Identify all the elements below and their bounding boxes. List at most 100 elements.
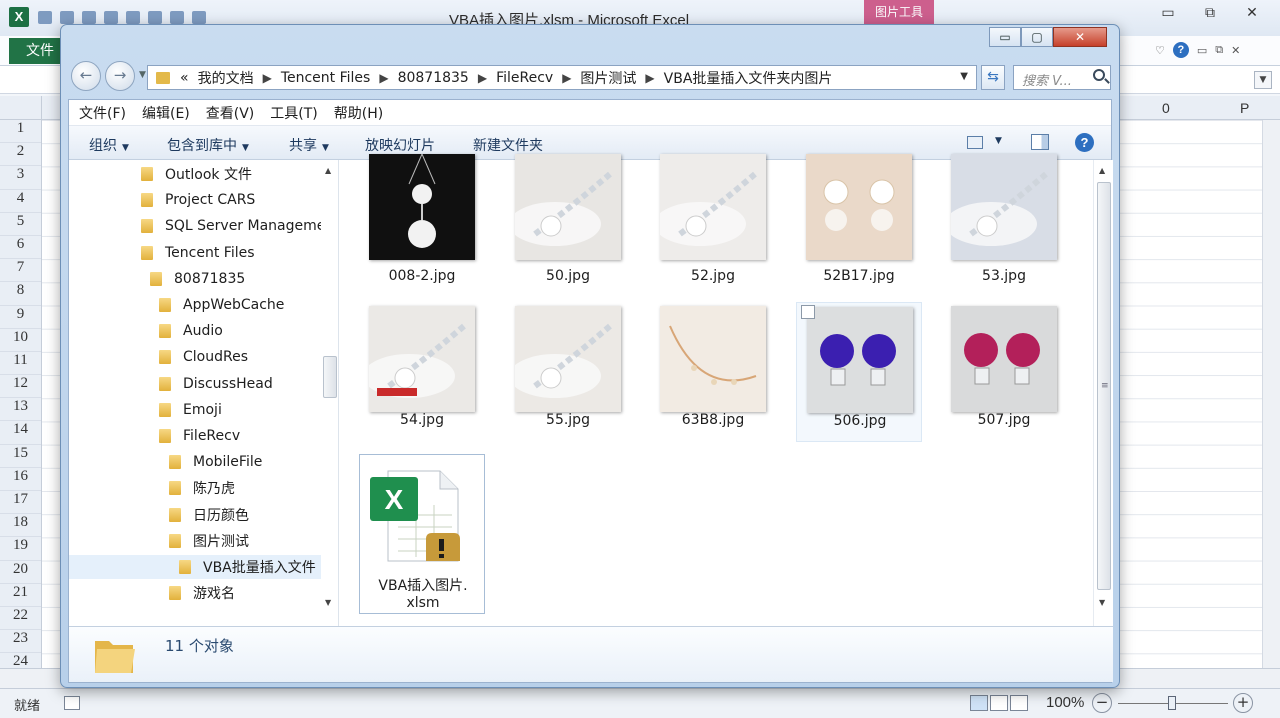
change-view-icon[interactable]: [967, 136, 983, 149]
excel-restore-button[interactable]: ⧉: [1192, 3, 1228, 23]
row-header[interactable]: 23: [0, 630, 41, 654]
new-folder-button[interactable]: 新建文件夹: [473, 135, 543, 155]
breadcrumb-item[interactable]: VBA批量插入文件夹内图片: [664, 68, 833, 88]
file-item-image[interactable]: 54.jpg: [359, 302, 485, 442]
tree-item[interactable]: MobileFile: [169, 450, 262, 474]
breadcrumb-item[interactable]: FileRecv: [496, 70, 553, 86]
redo-icon[interactable]: [82, 11, 96, 24]
column-header[interactable]: P: [1240, 100, 1249, 116]
breadcrumb-chevron-icon[interactable]: ▶: [478, 71, 487, 85]
breadcrumb-chevron-icon[interactable]: ▶: [645, 71, 654, 85]
refresh-icon[interactable]: ⇆: [981, 65, 1005, 90]
file-item-image[interactable]: 55.jpg: [505, 302, 631, 442]
row-header[interactable]: 15: [0, 445, 41, 468]
file-item-image[interactable]: 52.jpg: [650, 154, 776, 300]
tree-scrollbar[interactable]: ▲ ▼: [321, 160, 338, 626]
explorer-minimize-button[interactable]: ▭: [989, 27, 1021, 47]
menu-item[interactable]: 文件(F): [79, 103, 126, 123]
picture-tools-context-tab[interactable]: 图片工具: [864, 0, 934, 24]
organize-button[interactable]: 组织 ▼: [89, 135, 129, 155]
worksheet-vertical-scrollbar[interactable]: [1262, 120, 1280, 668]
file-item-image[interactable]: 63B8.jpg: [650, 302, 776, 442]
row-header[interactable]: 8: [0, 282, 41, 306]
page-break-view-icon[interactable]: [1010, 695, 1028, 711]
excel-close-button[interactable]: ✕: [1234, 3, 1270, 23]
address-history-dropdown-icon[interactable]: ▼: [960, 71, 968, 82]
formula-bar-expand-icon[interactable]: ▼: [1254, 71, 1272, 89]
scroll-down-icon[interactable]: ▼: [325, 598, 331, 607]
tree-item[interactable]: SQL Server Manageme: [141, 214, 325, 238]
breadcrumb-item[interactable]: 80871835: [398, 70, 469, 86]
file-item-image[interactable]: 506.jpg: [796, 302, 922, 442]
zoom-slider-thumb[interactable]: [1168, 696, 1176, 710]
menu-item[interactable]: 编辑(E): [142, 103, 190, 123]
tree-item[interactable]: DiscussHead: [159, 372, 273, 396]
row-header[interactable]: 5: [0, 213, 41, 236]
row-header[interactable]: 14: [0, 421, 41, 445]
row-header[interactable]: 3: [0, 166, 41, 190]
explorer-maximize-button[interactable]: ▢: [1021, 27, 1053, 47]
scroll-up-icon[interactable]: ▲: [1099, 166, 1105, 175]
recent-pages-dropdown-icon[interactable]: ▼: [139, 70, 146, 80]
workbook-close-icon[interactable]: ✕: [1231, 44, 1240, 57]
tree-item[interactable]: Audio: [159, 319, 223, 343]
file-item-image[interactable]: 52B17.jpg: [796, 154, 922, 300]
breadcrumb-item[interactable]: Tencent Files: [281, 70, 371, 86]
row-header[interactable]: 12: [0, 375, 41, 399]
excel-help-icon[interactable]: ?: [1172, 42, 1189, 58]
preview-pane-icon[interactable]: [1031, 134, 1049, 150]
tree-item[interactable]: FileRecv: [159, 424, 240, 448]
file-item-image[interactable]: 008-2.jpg: [359, 154, 485, 300]
ribbon-collapse-icon[interactable]: ♡: [1155, 44, 1165, 57]
normal-view-icon[interactable]: [970, 695, 988, 711]
tree-item[interactable]: VBA批量插入文件: [69, 555, 321, 579]
customize-qat-icon[interactable]: [192, 11, 206, 24]
tree-item[interactable]: 陈乃虎: [169, 476, 235, 500]
scroll-down-icon[interactable]: ▼: [1099, 598, 1105, 607]
file-item-xlsm[interactable]: X VBA插入图片. xlsm: [359, 454, 485, 614]
select-checkbox[interactable]: [801, 305, 815, 319]
slideshow-button[interactable]: 放映幻灯片: [365, 135, 435, 155]
row-header[interactable]: 21: [0, 584, 41, 607]
explorer-close-button[interactable]: ✕: [1053, 27, 1107, 47]
row-header[interactable]: 1: [0, 120, 41, 144]
column-header[interactable]: 0: [1162, 100, 1170, 116]
row-header[interactable]: 19: [0, 537, 41, 561]
tree-item[interactable]: AppWebCache: [159, 293, 284, 317]
zoom-out-button[interactable]: −: [1092, 693, 1112, 713]
breadcrumb-chevron-icon[interactable]: ▶: [379, 71, 388, 85]
save-icon[interactable]: [38, 11, 52, 24]
back-button[interactable]: ←: [71, 61, 101, 91]
camera-icon[interactable]: [170, 11, 184, 24]
tree-item[interactable]: Emoji: [159, 398, 222, 422]
file-list-scroll-thumb[interactable]: ≡: [1097, 182, 1111, 590]
breadcrumb-item[interactable]: 我的文档: [198, 68, 254, 88]
breadcrumb-item[interactable]: 图片测试: [580, 68, 636, 88]
tree-item[interactable]: 图片测试: [169, 529, 249, 553]
select-all-corner[interactable]: [0, 96, 42, 120]
forward-button[interactable]: →: [105, 61, 135, 91]
tree-scroll-thumb[interactable]: [323, 356, 337, 398]
row-header[interactable]: 9: [0, 306, 41, 329]
row-header[interactable]: 22: [0, 607, 41, 631]
row-header[interactable]: 17: [0, 491, 41, 515]
share-button[interactable]: 共享 ▼: [289, 135, 329, 155]
search-icon[interactable]: [1093, 69, 1105, 81]
row-header[interactable]: 13: [0, 398, 41, 422]
macro-record-icon[interactable]: [64, 696, 80, 710]
address-overflow-chevron[interactable]: «: [180, 70, 189, 86]
search-box[interactable]: 搜索 V...: [1013, 65, 1111, 90]
excel-minimize-button[interactable]: ▭: [1150, 3, 1186, 23]
tree-item[interactable]: Project CARS: [141, 188, 255, 212]
tree-item[interactable]: Tencent Files: [141, 241, 255, 265]
page-layout-view-icon[interactable]: [990, 695, 1008, 711]
zoom-level[interactable]: 100%: [1046, 694, 1084, 711]
breadcrumb-chevron-icon[interactable]: ▶: [562, 71, 571, 85]
undo-icon[interactable]: [60, 11, 74, 24]
file-item-image[interactable]: 50.jpg: [505, 154, 631, 300]
tree-item[interactable]: CloudRes: [159, 345, 248, 369]
menu-item[interactable]: 工具(T): [270, 103, 317, 123]
address-bar[interactable]: « 我的文档 ▶ Tencent Files ▶ 80871835 ▶ FileRecv ▶ 图…: [147, 65, 977, 90]
row-header[interactable]: 11: [0, 352, 41, 376]
menu-item[interactable]: 查看(V): [206, 103, 255, 123]
